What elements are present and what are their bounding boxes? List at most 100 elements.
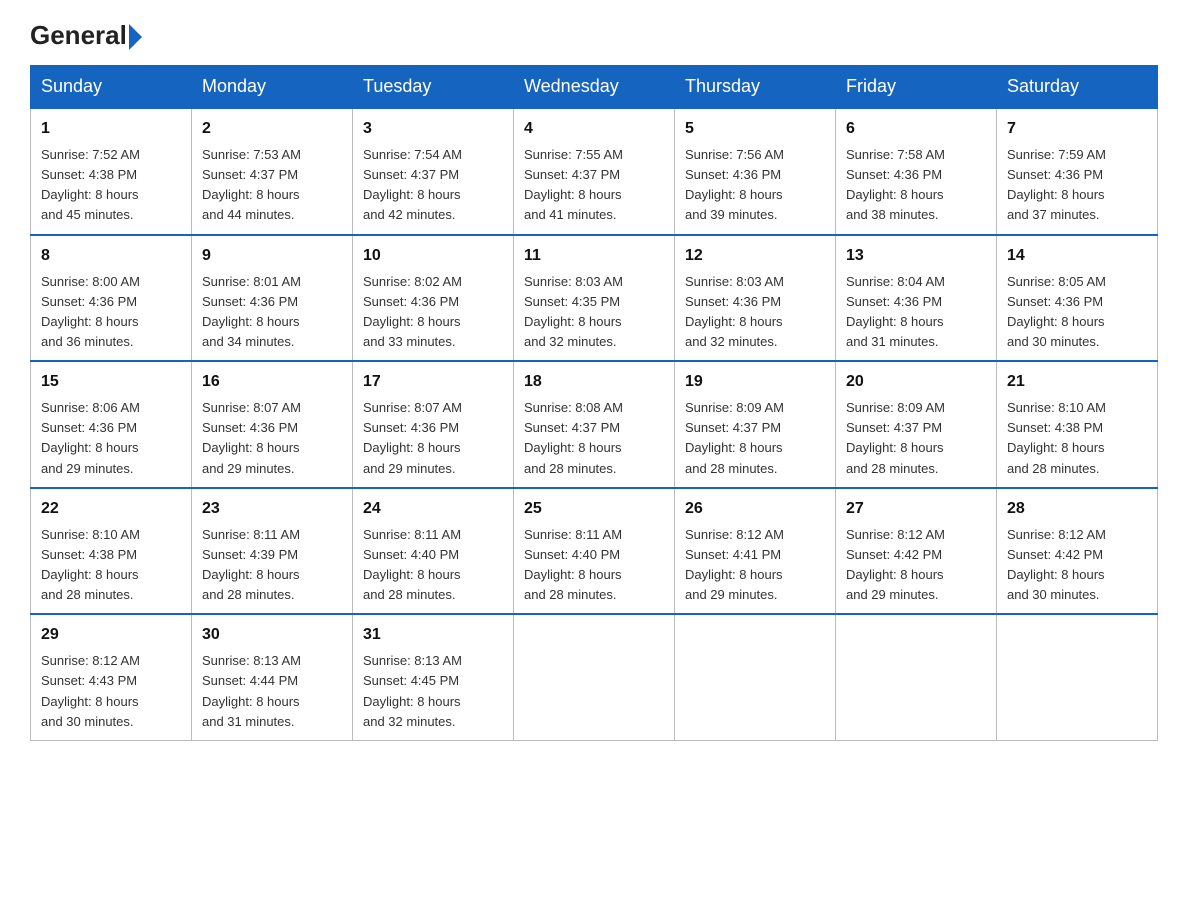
day-number: 28 (1007, 497, 1147, 521)
calendar-cell (675, 614, 836, 740)
calendar-cell: 8 Sunrise: 8:00 AMSunset: 4:36 PMDaylight… (31, 235, 192, 362)
calendar-cell: 3 Sunrise: 7:54 AMSunset: 4:37 PMDaylight… (353, 108, 514, 235)
day-info: Sunrise: 7:56 AMSunset: 4:36 PMDaylight:… (685, 145, 825, 226)
calendar-header: SundayMondayTuesdayWednesdayThursdayFrid… (31, 66, 1158, 109)
day-info: Sunrise: 8:05 AMSunset: 4:36 PMDaylight:… (1007, 272, 1147, 353)
header-cell-saturday: Saturday (997, 66, 1158, 109)
day-number: 30 (202, 623, 342, 647)
calendar-cell: 18 Sunrise: 8:08 AMSunset: 4:37 PMDayligh… (514, 361, 675, 488)
day-info: Sunrise: 8:11 AMSunset: 4:39 PMDaylight:… (202, 525, 342, 606)
day-info: Sunrise: 8:13 AMSunset: 4:44 PMDaylight:… (202, 651, 342, 732)
calendar-cell: 9 Sunrise: 8:01 AMSunset: 4:36 PMDaylight… (192, 235, 353, 362)
calendar-week-row: 22Sunrise: 8:10 AMSunset: 4:38 PMDayligh… (31, 488, 1158, 615)
calendar-cell: 16Sunrise: 8:07 AMSunset: 4:36 PMDayligh… (192, 361, 353, 488)
header-row: SundayMondayTuesdayWednesdayThursdayFrid… (31, 66, 1158, 109)
day-info: Sunrise: 8:11 AMSunset: 4:40 PMDaylight:… (363, 525, 503, 606)
header-cell-monday: Monday (192, 66, 353, 109)
calendar-cell: 2 Sunrise: 7:53 AMSunset: 4:37 PMDaylight… (192, 108, 353, 235)
day-info: Sunrise: 7:53 AMSunset: 4:37 PMDaylight:… (202, 145, 342, 226)
day-info: Sunrise: 8:04 AMSunset: 4:36 PMDaylight:… (846, 272, 986, 353)
calendar-cell: 7 Sunrise: 7:59 AMSunset: 4:36 PMDaylight… (997, 108, 1158, 235)
calendar-cell: 22Sunrise: 8:10 AMSunset: 4:38 PMDayligh… (31, 488, 192, 615)
day-number: 14 (1007, 244, 1147, 268)
day-number: 23 (202, 497, 342, 521)
day-number: 25 (524, 497, 664, 521)
calendar-cell: 12Sunrise: 8:03 AMSunset: 4:36 PMDayligh… (675, 235, 836, 362)
calendar-cell: 20 Sunrise: 8:09 AMSunset: 4:37 PMDayligh… (836, 361, 997, 488)
day-number: 16 (202, 370, 342, 394)
calendar-cell: 6 Sunrise: 7:58 AMSunset: 4:36 PMDaylight… (836, 108, 997, 235)
day-number: 21 (1007, 370, 1147, 394)
day-info: Sunrise: 8:08 AMSunset: 4:37 PMDaylight:… (524, 398, 664, 479)
calendar-cell: 29 Sunrise: 8:12 AMSunset: 4:43 PMDayligh… (31, 614, 192, 740)
calendar-cell (836, 614, 997, 740)
header-cell-sunday: Sunday (31, 66, 192, 109)
calendar-cell: 17 Sunrise: 8:07 AMSunset: 4:36 PMDayligh… (353, 361, 514, 488)
day-number: 2 (202, 117, 342, 141)
logo-top: General (30, 20, 142, 51)
day-number: 7 (1007, 117, 1147, 141)
calendar-cell: 19Sunrise: 8:09 AMSunset: 4:37 PMDayligh… (675, 361, 836, 488)
calendar-body: 1 Sunrise: 7:52 AMSunset: 4:38 PMDaylight… (31, 108, 1158, 740)
calendar-cell (514, 614, 675, 740)
day-number: 6 (846, 117, 986, 141)
day-info: Sunrise: 8:09 AMSunset: 4:37 PMDaylight:… (685, 398, 825, 479)
day-number: 24 (363, 497, 503, 521)
day-info: Sunrise: 8:12 AMSunset: 4:43 PMDaylight:… (41, 651, 181, 732)
calendar-cell: 24 Sunrise: 8:11 AMSunset: 4:40 PMDayligh… (353, 488, 514, 615)
day-number: 1 (41, 117, 181, 141)
day-info: Sunrise: 8:01 AMSunset: 4:36 PMDaylight:… (202, 272, 342, 353)
logo: General (30, 20, 142, 47)
day-number: 3 (363, 117, 503, 141)
calendar-cell: 13Sunrise: 8:04 AMSunset: 4:36 PMDayligh… (836, 235, 997, 362)
calendar-cell: 14 Sunrise: 8:05 AMSunset: 4:36 PMDayligh… (997, 235, 1158, 362)
header-cell-thursday: Thursday (675, 66, 836, 109)
day-info: Sunrise: 7:55 AMSunset: 4:37 PMDaylight:… (524, 145, 664, 226)
day-number: 11 (524, 244, 664, 268)
header-cell-tuesday: Tuesday (353, 66, 514, 109)
calendar-cell: 15Sunrise: 8:06 AMSunset: 4:36 PMDayligh… (31, 361, 192, 488)
day-info: Sunrise: 8:00 AMSunset: 4:36 PMDaylight:… (41, 272, 181, 353)
day-number: 12 (685, 244, 825, 268)
day-info: Sunrise: 8:11 AMSunset: 4:40 PMDaylight:… (524, 525, 664, 606)
day-info: Sunrise: 8:10 AMSunset: 4:38 PMDaylight:… (1007, 398, 1147, 479)
day-number: 15 (41, 370, 181, 394)
day-number: 9 (202, 244, 342, 268)
day-number: 18 (524, 370, 664, 394)
calendar-cell: 30 Sunrise: 8:13 AMSunset: 4:44 PMDayligh… (192, 614, 353, 740)
calendar-week-row: 15Sunrise: 8:06 AMSunset: 4:36 PMDayligh… (31, 361, 1158, 488)
calendar-table: SundayMondayTuesdayWednesdayThursdayFrid… (30, 65, 1158, 741)
day-number: 29 (41, 623, 181, 647)
calendar-cell: 11 Sunrise: 8:03 AMSunset: 4:35 PMDayligh… (514, 235, 675, 362)
day-number: 17 (363, 370, 503, 394)
calendar-cell: 26Sunrise: 8:12 AMSunset: 4:41 PMDayligh… (675, 488, 836, 615)
day-number: 10 (363, 244, 503, 268)
day-info: Sunrise: 7:52 AMSunset: 4:38 PMDaylight:… (41, 145, 181, 226)
day-number: 20 (846, 370, 986, 394)
day-number: 27 (846, 497, 986, 521)
calendar-week-row: 1 Sunrise: 7:52 AMSunset: 4:38 PMDaylight… (31, 108, 1158, 235)
day-number: 4 (524, 117, 664, 141)
calendar-cell: 25 Sunrise: 8:11 AMSunset: 4:40 PMDayligh… (514, 488, 675, 615)
logo-arrow-icon (129, 24, 142, 50)
day-info: Sunrise: 7:59 AMSunset: 4:36 PMDaylight:… (1007, 145, 1147, 226)
day-info: Sunrise: 8:03 AMSunset: 4:35 PMDaylight:… (524, 272, 664, 353)
day-info: Sunrise: 8:12 AMSunset: 4:42 PMDaylight:… (1007, 525, 1147, 606)
calendar-cell: 5 Sunrise: 7:56 AMSunset: 4:36 PMDaylight… (675, 108, 836, 235)
calendar-cell: 10 Sunrise: 8:02 AMSunset: 4:36 PMDayligh… (353, 235, 514, 362)
day-info: Sunrise: 8:02 AMSunset: 4:36 PMDaylight:… (363, 272, 503, 353)
header-cell-friday: Friday (836, 66, 997, 109)
calendar-week-row: 29 Sunrise: 8:12 AMSunset: 4:43 PMDayligh… (31, 614, 1158, 740)
calendar-cell: 23 Sunrise: 8:11 AMSunset: 4:39 PMDayligh… (192, 488, 353, 615)
day-number: 5 (685, 117, 825, 141)
day-info: Sunrise: 8:07 AMSunset: 4:36 PMDaylight:… (363, 398, 503, 479)
calendar-cell: 4 Sunrise: 7:55 AMSunset: 4:37 PMDaylight… (514, 108, 675, 235)
day-info: Sunrise: 7:58 AMSunset: 4:36 PMDaylight:… (846, 145, 986, 226)
header-cell-wednesday: Wednesday (514, 66, 675, 109)
day-number: 8 (41, 244, 181, 268)
calendar-cell: 27Sunrise: 8:12 AMSunset: 4:42 PMDayligh… (836, 488, 997, 615)
day-info: Sunrise: 7:54 AMSunset: 4:37 PMDaylight:… (363, 145, 503, 226)
page-header: General (30, 20, 1158, 47)
day-info: Sunrise: 8:09 AMSunset: 4:37 PMDaylight:… (846, 398, 986, 479)
calendar-cell (997, 614, 1158, 740)
